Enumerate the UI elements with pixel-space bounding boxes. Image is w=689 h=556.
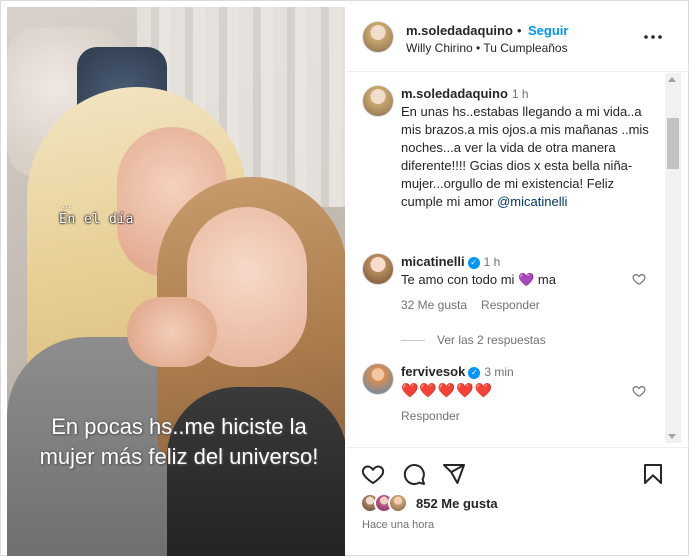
author-username[interactable]: m.soledadaquino [406, 23, 513, 38]
replies-divider [401, 340, 425, 342]
comment-username[interactable]: fervivesok [401, 364, 465, 379]
post-photo[interactable]: ... En el día En pocas hs..me hiciste la… [7, 7, 345, 556]
caption-time: 1 h [511, 87, 529, 101]
comment-time: 1 h [483, 255, 501, 269]
separator-dot: • [517, 23, 522, 38]
share-icon[interactable] [442, 462, 466, 486]
heart-icon[interactable] [361, 462, 385, 486]
scrollbar-thumb[interactable] [667, 118, 679, 169]
photo-overlay-small: En el día [59, 212, 134, 227]
reply-button[interactable]: Responder [401, 409, 460, 423]
photo-overlay-dots: ... [62, 199, 72, 211]
comment-body: fervivesok ✓ 3 min ❤️❤️❤️❤️❤️ [401, 363, 651, 400]
comments-list: m.soledadaquino 1 h En unas hs..estabas l… [346, 73, 668, 443]
likes-count[interactable]: 852 Me gusta [416, 496, 498, 511]
view-replies-button[interactable]: Ver las 2 respuestas [401, 333, 546, 347]
post-dialog: ... En el día En pocas hs..me hiciste la… [0, 0, 689, 556]
photo-overlay-caption: En pocas hs..me hiciste la mujer más fel… [39, 414, 319, 469]
comment-text: ❤️❤️❤️❤️❤️ [401, 382, 494, 398]
comment-item: fervivesok ✓ 3 min ❤️❤️❤️❤️❤️ Responder [346, 363, 668, 433]
comment-body: micatinelli ✓ 1 h Te amo con todo mi 💜 ma [401, 253, 651, 289]
caption-mention[interactable]: @micatinelli [497, 194, 567, 209]
post-timestamp[interactable]: Hace una hora [362, 519, 434, 531]
caption-avatar[interactable] [362, 85, 394, 117]
caption-body: m.soledadaquino 1 h En unas hs..estabas l… [401, 85, 651, 211]
comment-item: micatinelli ✓ 1 h Te amo con todo mi 💜 ma … [346, 251, 668, 351]
scroll-down-arrow-icon[interactable] [668, 434, 676, 439]
caption-comment: m.soledadaquino 1 h En unas hs..estabas l… [346, 85, 668, 245]
woman-right-hand [127, 297, 217, 367]
comment-likes[interactable]: 32 Me gusta [401, 298, 467, 312]
reply-button[interactable]: Responder [481, 298, 540, 312]
comment-text: Te amo con todo mi [401, 272, 515, 287]
audio-track[interactable]: Willy Chirino • Tu Cumpleaños [406, 41, 568, 55]
purple-heart-emoji: 💜 [518, 272, 535, 287]
scroll-up-arrow-icon[interactable] [668, 77, 676, 82]
more-icon[interactable] [643, 29, 663, 45]
author-avatar[interactable] [362, 21, 394, 53]
comment-avatar[interactable] [362, 363, 394, 395]
bookmark-icon[interactable] [641, 462, 665, 486]
liker-avatar[interactable] [388, 493, 408, 513]
comment-meta: 32 Me gusta Responder [401, 298, 554, 312]
comment-like-icon[interactable] [632, 384, 646, 398]
verified-badge: ✓ [467, 256, 480, 269]
post-actions: 852 Me gusta Hace una hora [346, 447, 689, 556]
view-replies-label: Ver las 2 respuestas [437, 333, 546, 347]
comment-meta: Responder [401, 409, 474, 423]
post-header: m.soledadaquino • Seguir Willy Chirino •… [346, 1, 689, 72]
comment-username[interactable]: micatinelli [401, 254, 465, 269]
verified-badge: ✓ [468, 366, 481, 379]
comment-icon[interactable] [402, 462, 426, 486]
comment-avatar[interactable] [362, 253, 394, 285]
caption-username[interactable]: m.soledadaquino [401, 86, 508, 101]
comment-time: 3 min [484, 365, 514, 379]
comment-like-icon[interactable] [632, 272, 646, 286]
comment-text-end: ma [537, 272, 556, 287]
follow-button[interactable]: Seguir [528, 23, 568, 38]
